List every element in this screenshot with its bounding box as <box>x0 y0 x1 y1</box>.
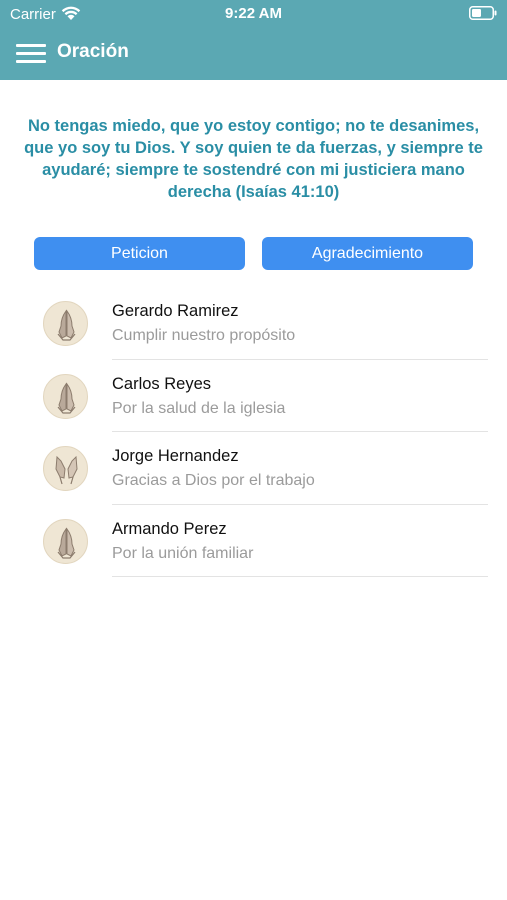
agradecimiento-button[interactable]: Agradecimiento <box>262 237 473 270</box>
list-item[interactable]: Armando Perez Por la unión familiar <box>0 505 507 577</box>
bible-verse: No tengas miedo, que yo estoy contigo; n… <box>24 117 483 201</box>
peticion-button[interactable]: Peticion <box>34 237 245 270</box>
prayer-subtitle: Gracias a Dios por el trabajo <box>112 472 315 489</box>
person-name: Gerardo Ramirez <box>112 302 239 320</box>
prayer-subtitle: Por la salud de la iglesia <box>112 399 286 417</box>
app-header: Carrier 9:22 AM Oración <box>0 0 507 80</box>
list-item[interactable]: Jorge Hernandez Gracias a Dios por el tr… <box>0 432 507 505</box>
prayer-subtitle: Por la unión familiar <box>112 544 254 562</box>
person-name: Jorge Hernandez <box>112 447 239 465</box>
hamburger-menu-icon[interactable] <box>16 42 46 64</box>
page-title: Oración <box>57 41 129 62</box>
battery-icon <box>469 6 497 20</box>
nav-bar: Oración <box>0 36 507 72</box>
praying-hands-icon <box>43 301 88 346</box>
list-item[interactable]: Carlos Reyes Por la salud de la iglesia <box>0 360 507 432</box>
raised-hands-icon <box>43 446 88 491</box>
row-divider <box>112 576 488 577</box>
person-name: Carlos Reyes <box>112 374 212 393</box>
prayer-list: Gerardo Ramirez Cumplir nuestro propósit… <box>0 287 507 577</box>
person-name: Armando Perez <box>112 519 227 538</box>
praying-hands-icon <box>43 518 88 564</box>
praying-hands-icon <box>43 373 88 419</box>
list-item[interactable]: Gerardo Ramirez Cumplir nuestro propósit… <box>0 287 507 360</box>
prayer-subtitle: Cumplir nuestro propósito <box>112 327 296 344</box>
status-bar: Carrier 9:22 AM <box>0 0 507 28</box>
status-time: 9:22 AM <box>225 5 282 22</box>
